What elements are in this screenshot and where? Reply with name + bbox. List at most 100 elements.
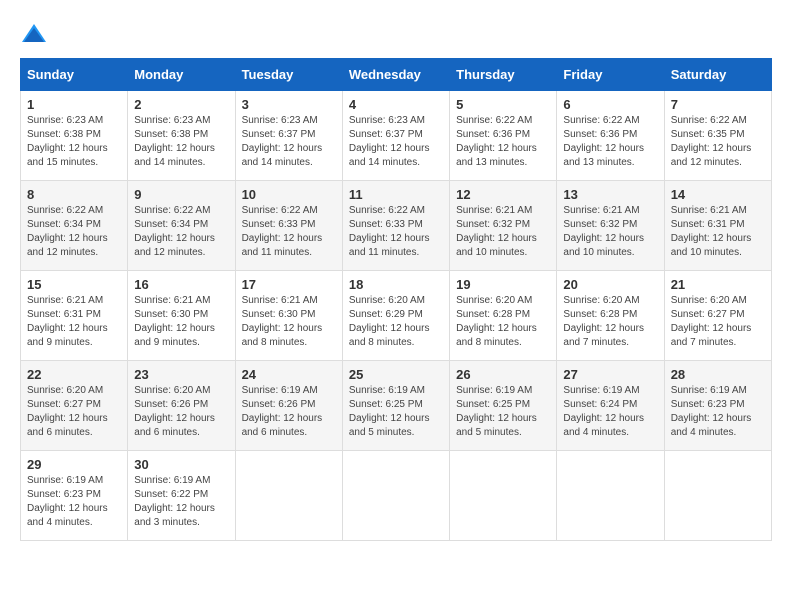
day-number: 22 [27,367,121,382]
logo [20,20,52,48]
calendar-cell: 13 Sunrise: 6:21 AMSunset: 6:32 PMDayligh… [557,181,664,271]
day-number: 30 [134,457,228,472]
day-number: 6 [563,97,657,112]
cell-details: Sunrise: 6:22 AMSunset: 6:36 PMDaylight:… [563,114,657,170]
calendar-cell: 10 Sunrise: 6:22 AMSunset: 6:33 PMDayligh… [235,181,342,271]
header [20,20,772,48]
cell-details: Sunrise: 6:19 AMSunset: 6:23 PMDaylight:… [27,474,121,530]
cell-details: Sunrise: 6:23 AMSunset: 6:38 PMDaylight:… [134,114,228,170]
cell-details: Sunrise: 6:22 AMSunset: 6:34 PMDaylight:… [134,204,228,260]
cell-details: Sunrise: 6:20 AMSunset: 6:26 PMDaylight:… [134,384,228,440]
day-number: 14 [671,187,765,202]
day-number: 21 [671,277,765,292]
calendar-cell [664,451,771,541]
day-number: 24 [242,367,336,382]
day-number: 27 [563,367,657,382]
cell-details: Sunrise: 6:21 AMSunset: 6:32 PMDaylight:… [456,204,550,260]
cell-details: Sunrise: 6:20 AMSunset: 6:28 PMDaylight:… [456,294,550,350]
calendar-cell: 5Sunrise: 6:22 AMSunset: 6:36 PMDaylight… [450,91,557,181]
column-header-saturday: Saturday [664,59,771,91]
calendar-cell: 18Sunrise: 6:20 AMSunset: 6:29 PMDayligh… [342,271,449,361]
day-number: 15 [27,277,121,292]
cell-details: Sunrise: 6:22 AMSunset: 6:35 PMDaylight:… [671,114,765,170]
day-number: 20 [563,277,657,292]
calendar-cell: 21Sunrise: 6:20 AMSunset: 6:27 PMDayligh… [664,271,771,361]
calendar-cell [450,451,557,541]
day-number: 23 [134,367,228,382]
day-number: 26 [456,367,550,382]
cell-details: Sunrise: 6:23 AMSunset: 6:38 PMDaylight:… [27,114,121,170]
cell-details: Sunrise: 6:19 AMSunset: 6:25 PMDaylight:… [456,384,550,440]
calendar-cell: 4 Sunrise: 6:23 AMSunset: 6:37 PMDaylight… [342,91,449,181]
cell-details: Sunrise: 6:19 AMSunset: 6:23 PMDaylight:… [671,384,765,440]
day-number: 12 [456,187,550,202]
calendar-cell: 23 Sunrise: 6:20 AMSunset: 6:26 PMDayligh… [128,361,235,451]
day-number: 25 [349,367,443,382]
week-row-4: 22Sunrise: 6:20 AMSunset: 6:27 PMDayligh… [21,361,772,451]
day-number: 16 [134,277,228,292]
cell-details: Sunrise: 6:21 AMSunset: 6:32 PMDaylight:… [563,204,657,260]
calendar-cell: 1Sunrise: 6:23 AMSunset: 6:38 PMDaylight… [21,91,128,181]
cell-details: Sunrise: 6:19 AMSunset: 6:26 PMDaylight:… [242,384,336,440]
cell-details: Sunrise: 6:20 AMSunset: 6:28 PMDaylight:… [563,294,657,350]
week-row-1: 1Sunrise: 6:23 AMSunset: 6:38 PMDaylight… [21,91,772,181]
day-number: 28 [671,367,765,382]
cell-details: Sunrise: 6:19 AMSunset: 6:22 PMDaylight:… [134,474,228,530]
calendar-cell: 7 Sunrise: 6:22 AMSunset: 6:35 PMDaylight… [664,91,771,181]
day-number: 7 [671,97,765,112]
calendar-cell: 30 Sunrise: 6:19 AMSunset: 6:22 PMDayligh… [128,451,235,541]
column-header-sunday: Sunday [21,59,128,91]
day-number: 10 [242,187,336,202]
column-header-wednesday: Wednesday [342,59,449,91]
calendar-cell: 19 Sunrise: 6:20 AMSunset: 6:28 PMDayligh… [450,271,557,361]
day-number: 8 [27,187,121,202]
cell-details: Sunrise: 6:22 AMSunset: 6:33 PMDaylight:… [242,204,336,260]
cell-details: Sunrise: 6:21 AMSunset: 6:30 PMDaylight:… [242,294,336,350]
column-header-friday: Friday [557,59,664,91]
calendar-cell: 14 Sunrise: 6:21 AMSunset: 6:31 PMDayligh… [664,181,771,271]
calendar-cell: 6 Sunrise: 6:22 AMSunset: 6:36 PMDaylight… [557,91,664,181]
day-number: 17 [242,277,336,292]
column-header-thursday: Thursday [450,59,557,91]
calendar-cell [235,451,342,541]
week-row-2: 8 Sunrise: 6:22 AMSunset: 6:34 PMDaylight… [21,181,772,271]
calendar-cell: 20 Sunrise: 6:20 AMSunset: 6:28 PMDayligh… [557,271,664,361]
calendar-cell: 22Sunrise: 6:20 AMSunset: 6:27 PMDayligh… [21,361,128,451]
week-row-3: 15 Sunrise: 6:21 AMSunset: 6:31 PMDayligh… [21,271,772,361]
calendar-cell: 17 Sunrise: 6:21 AMSunset: 6:30 PMDayligh… [235,271,342,361]
calendar-cell: 27 Sunrise: 6:19 AMSunset: 6:24 PMDayligh… [557,361,664,451]
week-row-5: 29 Sunrise: 6:19 AMSunset: 6:23 PMDayligh… [21,451,772,541]
cell-details: Sunrise: 6:22 AMSunset: 6:34 PMDaylight:… [27,204,121,260]
cell-details: Sunrise: 6:21 AMSunset: 6:30 PMDaylight:… [134,294,228,350]
calendar-cell: 28 Sunrise: 6:19 AMSunset: 6:23 PMDayligh… [664,361,771,451]
day-number: 19 [456,277,550,292]
calendar-cell: 8 Sunrise: 6:22 AMSunset: 6:34 PMDaylight… [21,181,128,271]
calendar-cell: 11Sunrise: 6:22 AMSunset: 6:33 PMDayligh… [342,181,449,271]
calendar-cell: 9 Sunrise: 6:22 AMSunset: 6:34 PMDaylight… [128,181,235,271]
calendar-cell: 2 Sunrise: 6:23 AMSunset: 6:38 PMDaylight… [128,91,235,181]
day-number: 9 [134,187,228,202]
calendar-cell: 12 Sunrise: 6:21 AMSunset: 6:32 PMDayligh… [450,181,557,271]
day-number: 4 [349,97,443,112]
cell-details: Sunrise: 6:23 AMSunset: 6:37 PMDaylight:… [349,114,443,170]
cell-details: Sunrise: 6:20 AMSunset: 6:29 PMDaylight:… [349,294,443,350]
column-header-tuesday: Tuesday [235,59,342,91]
cell-details: Sunrise: 6:19 AMSunset: 6:25 PMDaylight:… [349,384,443,440]
calendar-cell: 16 Sunrise: 6:21 AMSunset: 6:30 PMDayligh… [128,271,235,361]
calendar-cell: 29 Sunrise: 6:19 AMSunset: 6:23 PMDayligh… [21,451,128,541]
cell-details: Sunrise: 6:21 AMSunset: 6:31 PMDaylight:… [27,294,121,350]
calendar-cell [557,451,664,541]
calendar-header-row: SundayMondayTuesdayWednesdayThursdayFrid… [21,59,772,91]
day-number: 2 [134,97,228,112]
cell-details: Sunrise: 6:21 AMSunset: 6:31 PMDaylight:… [671,204,765,260]
calendar-table: SundayMondayTuesdayWednesdayThursdayFrid… [20,58,772,541]
calendar-cell: 15 Sunrise: 6:21 AMSunset: 6:31 PMDayligh… [21,271,128,361]
calendar-cell: 25 Sunrise: 6:19 AMSunset: 6:25 PMDayligh… [342,361,449,451]
cell-details: Sunrise: 6:19 AMSunset: 6:24 PMDaylight:… [563,384,657,440]
day-number: 3 [242,97,336,112]
day-number: 13 [563,187,657,202]
cell-details: Sunrise: 6:22 AMSunset: 6:36 PMDaylight:… [456,114,550,170]
calendar-cell: 24 Sunrise: 6:19 AMSunset: 6:26 PMDayligh… [235,361,342,451]
day-number: 29 [27,457,121,472]
cell-details: Sunrise: 6:22 AMSunset: 6:33 PMDaylight:… [349,204,443,260]
